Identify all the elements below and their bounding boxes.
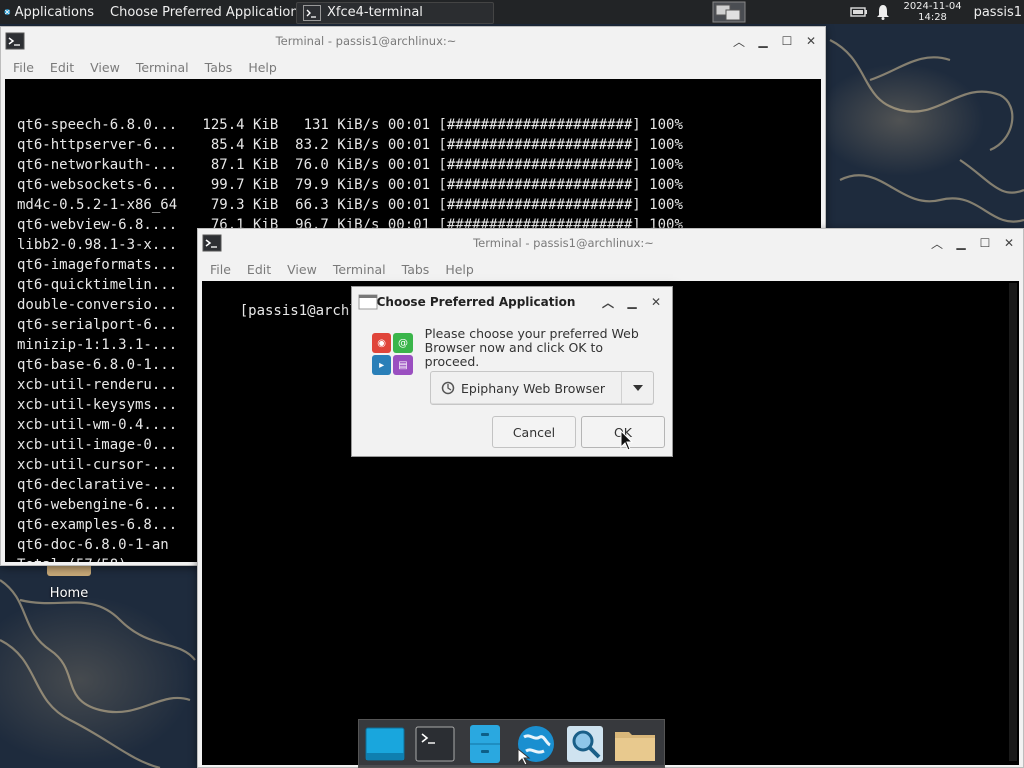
notifications-indicator[interactable] (871, 0, 895, 24)
clock-date: 2024-11-04 (903, 1, 962, 12)
close-button[interactable]: ✕ (1001, 235, 1017, 251)
terminal-tile-icon: ▸ (372, 355, 392, 375)
terminal-icon (303, 4, 321, 21)
dropdown-arrow-icon[interactable] (621, 372, 653, 404)
window-titlebar[interactable]: Terminal - passis1@archlinux:~ ︿ ▁ ☐ ✕ (1, 27, 825, 55)
dialog-titlebar[interactable]: Choose Preferred Application ︿ ▁ ✕ (352, 287, 672, 317)
mail-tile-icon: @ (393, 333, 413, 353)
web-browser-icon (517, 725, 554, 765)
menu-help[interactable]: Help (437, 262, 482, 277)
menu-view[interactable]: View (279, 262, 325, 277)
minimize-button[interactable]: ▁ (624, 294, 640, 310)
minimize-button[interactable]: ▁ (755, 33, 771, 49)
maximize-button[interactable]: ☐ (977, 235, 993, 251)
taskbar-item-label: Xfce4-terminal (327, 5, 423, 20)
dock-home-folder[interactable] (613, 722, 657, 766)
dialog-message: Please choose your preferred Web Browser… (425, 327, 654, 375)
terminal-icon (202, 234, 222, 252)
window-title: Terminal - passis1@archlinux:~ (275, 34, 457, 48)
dock-web-browser[interactable] (513, 722, 557, 766)
dock-terminal[interactable] (413, 722, 457, 766)
folder-icon (615, 731, 655, 761)
maximize-button[interactable]: ☐ (779, 33, 795, 49)
shade-button[interactable]: ︿ (600, 294, 616, 310)
window-icon (358, 294, 378, 310)
menubar: File Edit View Terminal Tabs Help (198, 257, 1023, 281)
menu-help[interactable]: Help (240, 60, 285, 75)
file-manager-icon (470, 724, 500, 763)
menu-file[interactable]: File (5, 60, 42, 75)
user-menu[interactable]: passis1 (970, 5, 1024, 20)
menubar: File Edit View Terminal Tabs Help (1, 55, 825, 79)
epiphany-icon (439, 381, 457, 395)
bell-icon (877, 5, 890, 20)
menu-tabs[interactable]: Tabs (394, 262, 438, 277)
desktop-icon (365, 727, 405, 760)
dialog-title: Choose Preferred Application (376, 295, 576, 309)
window-titlebar[interactable]: Terminal - passis1@archlinux:~ ︿ ▁ ☐ ✕ (198, 229, 1023, 257)
desktop-icon-home[interactable]: Home (40, 566, 98, 601)
home-label: Home (49, 586, 89, 601)
clock[interactable]: 2024-11-04 14:28 (895, 1, 969, 23)
terminal-icon (5, 32, 25, 50)
menu-view[interactable]: View (82, 60, 128, 75)
app-finder-icon (567, 725, 603, 762)
dock-file-manager[interactable] (463, 722, 507, 766)
applications-menu-button[interactable]: Applications (0, 0, 98, 24)
xfce-logo-icon (4, 9, 11, 15)
workspace-switcher[interactable] (709, 0, 749, 24)
close-button[interactable]: ✕ (648, 294, 664, 310)
terminal-scrollbar[interactable] (1009, 283, 1017, 761)
taskbar-item-label: Choose Preferred Application (110, 5, 296, 20)
taskbar-item-terminal[interactable]: Xfce4-terminal (296, 1, 494, 24)
terminal-line: md4c-0.5.2-1-x86_64 79.3 KiB 66.3 KiB/s … (17, 197, 683, 213)
dialog-message-line1: Please choose your preferred Web (424, 326, 639, 341)
battery-icon (850, 7, 868, 17)
applications-label: Applications (14, 4, 94, 20)
window-title: Terminal - passis1@archlinux:~ (473, 236, 654, 250)
dock-app-finder[interactable] (563, 722, 607, 766)
menu-edit[interactable]: Edit (42, 60, 82, 75)
preferred-applications-icon: ◉ @ ▸ ▤ (372, 333, 413, 375)
terminal-line: qt6-websockets-6... 99.7 KiB 79.9 KiB/s … (17, 177, 683, 193)
shade-button[interactable]: ︿ (929, 235, 945, 251)
battery-indicator[interactable] (847, 0, 871, 24)
dock (358, 719, 665, 768)
menu-terminal[interactable]: Terminal (128, 60, 197, 75)
browser-tile-icon: ◉ (372, 333, 392, 353)
files-tile-icon: ▤ (393, 355, 413, 375)
minimize-button[interactable]: ▁ (953, 235, 969, 251)
cancel-button[interactable]: Cancel (492, 416, 576, 448)
terminal-line: qt6-networkauth-... 87.1 KiB 76.0 KiB/s … (17, 157, 683, 173)
terminal-line: qt6-httpserver-6... 85.4 KiB 83.2 KiB/s … (17, 137, 683, 153)
home-folder-icon (47, 566, 91, 576)
dialog-content: ◉ @ ▸ ▤ Please choose your preferred Web… (352, 317, 672, 375)
workspace-switcher-icon (712, 1, 746, 23)
terminal-line: qt6-speech-6.8.0... 125.4 KiB 131 KiB/s … (17, 117, 683, 133)
menu-file[interactable]: File (202, 262, 239, 277)
taskbar-item-choose-app[interactable]: Choose Preferred Application (98, 2, 296, 24)
terminal-icon (415, 726, 455, 761)
close-button[interactable]: ✕ (803, 33, 819, 49)
dialog-message-line2: Browser now and click OK to proceed. (424, 340, 604, 369)
menu-terminal[interactable]: Terminal (325, 262, 394, 277)
menu-edit[interactable]: Edit (239, 262, 279, 277)
mouse-pointer-icon (620, 430, 634, 451)
top-panel: Applications Choose Preferred Applicatio… (0, 0, 1024, 24)
shade-button[interactable]: ︿ (731, 33, 747, 49)
menu-tabs[interactable]: Tabs (197, 60, 241, 75)
clock-time: 14:28 (918, 12, 947, 23)
browser-select-dropdown[interactable]: Epiphany Web Browser (430, 371, 654, 405)
selected-browser: Epiphany Web Browser (461, 380, 605, 396)
dock-show-desktop[interactable] (363, 722, 407, 766)
